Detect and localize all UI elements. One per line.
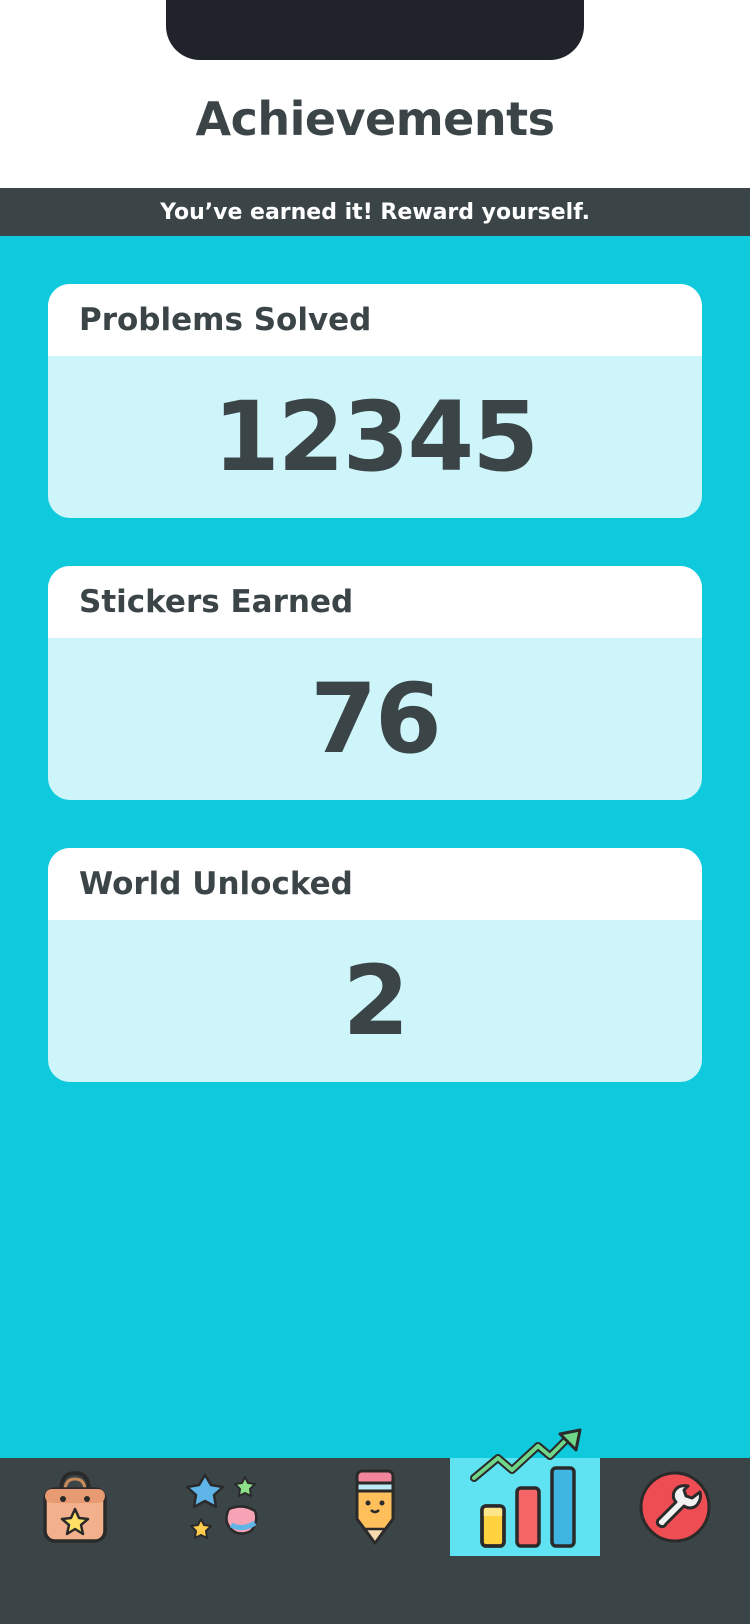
tab-practice[interactable] [300, 1458, 450, 1556]
device-notch [166, 0, 584, 60]
stat-card-stickers-earned: Stickers Earned 76 [48, 566, 702, 800]
header: Achievements [0, 0, 750, 188]
stat-card-problems-solved: Problems Solved 12345 [48, 284, 702, 518]
stat-label: Stickers Earned [48, 566, 702, 638]
tab-shop[interactable] [0, 1458, 150, 1556]
shopping-bag-icon [43, 1470, 107, 1543]
bottom-tab-bar [0, 1458, 750, 1624]
tab-settings[interactable] [600, 1458, 750, 1556]
stat-card-world-unlocked: World Unlocked 2 [48, 848, 702, 1082]
page-title: Achievements [195, 92, 555, 146]
reward-banner: You’ve earned it! Reward yourself. [0, 188, 750, 236]
chart-icon[interactable] [468, 1428, 588, 1552]
banner-text: You’ve earned it! Reward yourself. [160, 199, 590, 225]
tab-stickers[interactable] [150, 1458, 300, 1556]
stat-value: 12345 [213, 381, 539, 493]
stickers-icon [185, 1473, 258, 1539]
stat-label: World Unlocked [48, 848, 702, 920]
wrench-icon [639, 1471, 711, 1543]
stat-label: Problems Solved [48, 284, 702, 356]
stat-value: 2 [342, 945, 410, 1057]
pencil-icon [355, 1469, 395, 1545]
stat-value: 76 [310, 663, 442, 775]
